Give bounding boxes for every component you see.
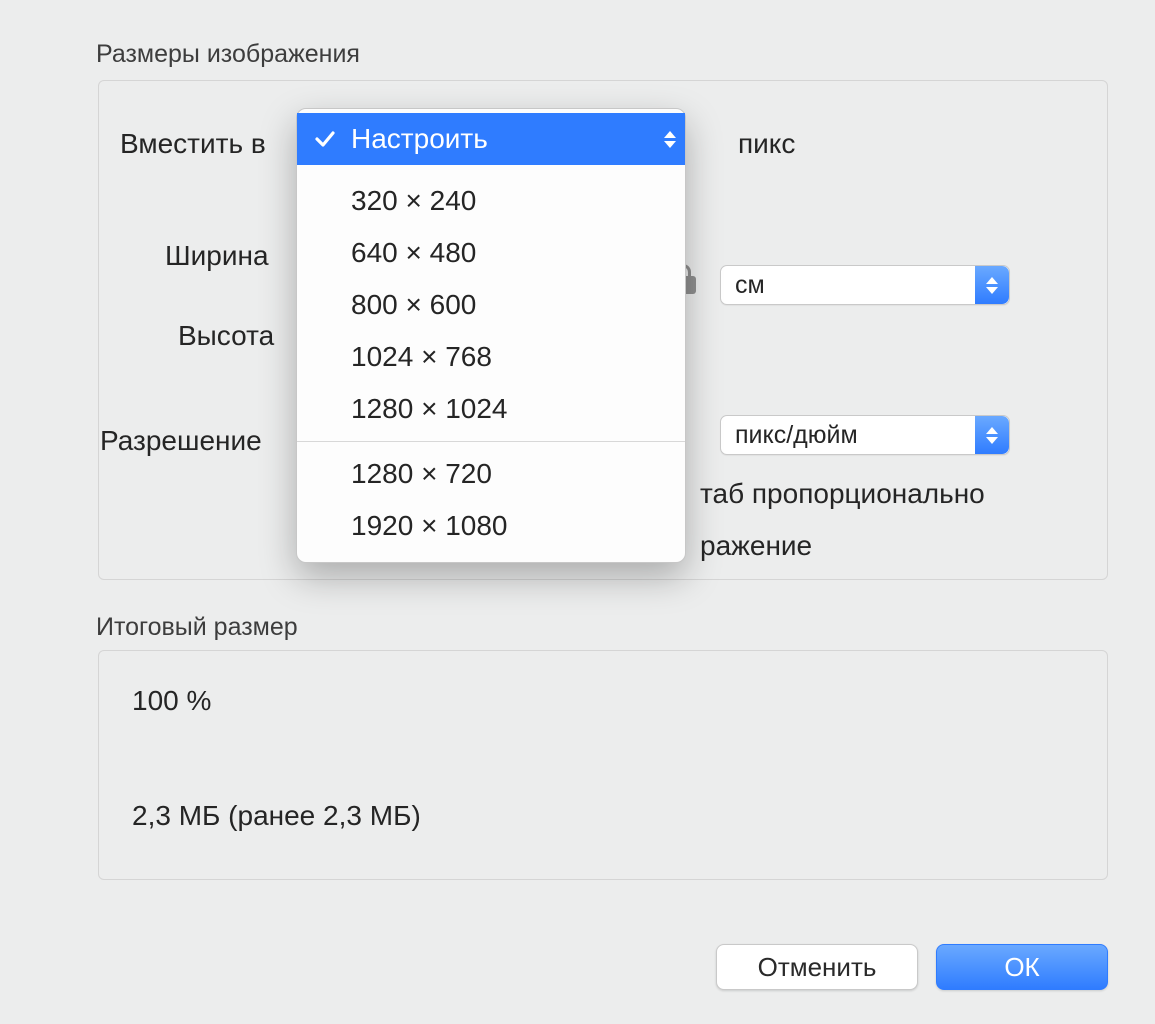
menu-separator: [297, 441, 685, 442]
pixels-unit-label: пикс: [738, 128, 795, 160]
menu-item-preset[interactable]: 1920 × 1080: [297, 500, 685, 552]
scale-proportionally-partial-label: таб пропорционально: [700, 478, 985, 510]
width-label: Ширина: [165, 240, 269, 272]
menu-item-label: 320 × 240: [351, 185, 476, 217]
fit-into-dropdown-menu[interactable]: Настроить 320 × 240 640 × 480 800 × 600 …: [296, 108, 686, 563]
menu-item-preset[interactable]: 320 × 240: [297, 175, 685, 227]
menu-item-label: 1280 × 720: [351, 458, 492, 490]
updown-icon: [975, 266, 1009, 304]
menu-item-label: 800 × 600: [351, 289, 476, 321]
updown-icon: [653, 113, 687, 165]
menu-item-label: 640 × 480: [351, 237, 476, 269]
image-dimensions-group-label: Размеры изображения: [96, 40, 360, 69]
resolution-units-value: пикс/дюйм: [735, 421, 858, 450]
result-filesize: 2,3 МБ (ранее 2,3 МБ): [132, 800, 421, 832]
resolution-units-select[interactable]: пикс/дюйм: [720, 415, 1010, 455]
ok-button[interactable]: ОК: [936, 944, 1108, 990]
resulting-size-group-label: Итоговый размер: [96, 613, 298, 642]
resolution-label: Разрешение: [100, 425, 262, 457]
dimension-units-value: см: [735, 271, 765, 300]
menu-item-label: Настроить: [351, 123, 488, 155]
menu-item-preset[interactable]: 1024 × 768: [297, 331, 685, 383]
resulting-size-group: [98, 650, 1108, 880]
menu-item-custom[interactable]: Настроить: [297, 113, 685, 165]
checkmark-icon: [313, 126, 337, 150]
fit-into-label: Вместить в: [120, 128, 266, 160]
menu-item-label: 1280 × 1024: [351, 393, 508, 425]
menu-item-preset[interactable]: 800 × 600: [297, 279, 685, 331]
menu-item-preset[interactable]: 640 × 480: [297, 227, 685, 279]
resample-image-partial-label: ражение: [700, 530, 812, 562]
dimension-units-select[interactable]: см: [720, 265, 1010, 305]
cancel-button[interactable]: Отменить: [716, 944, 918, 990]
menu-item-preset[interactable]: 1280 × 1024: [297, 383, 685, 435]
menu-item-label: 1920 × 1080: [351, 510, 508, 542]
result-percent: 100 %: [132, 685, 211, 717]
height-label: Высота: [178, 320, 274, 352]
menu-item-label: 1024 × 768: [351, 341, 492, 373]
menu-item-preset[interactable]: 1280 × 720: [297, 448, 685, 500]
updown-icon: [975, 416, 1009, 454]
